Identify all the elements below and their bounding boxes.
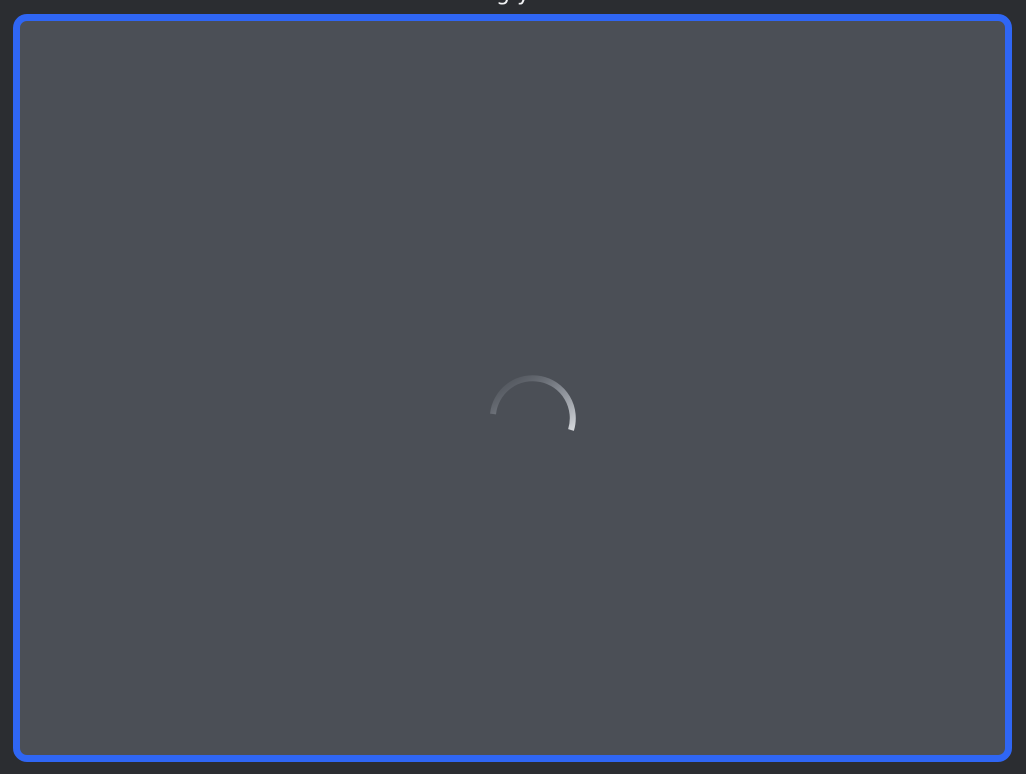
- focused-content-frame: [13, 14, 1012, 762]
- loading-spinner-icon: [485, 360, 581, 456]
- app-window: g y: [0, 0, 1026, 774]
- window-title: g y: [0, 0, 1026, 5]
